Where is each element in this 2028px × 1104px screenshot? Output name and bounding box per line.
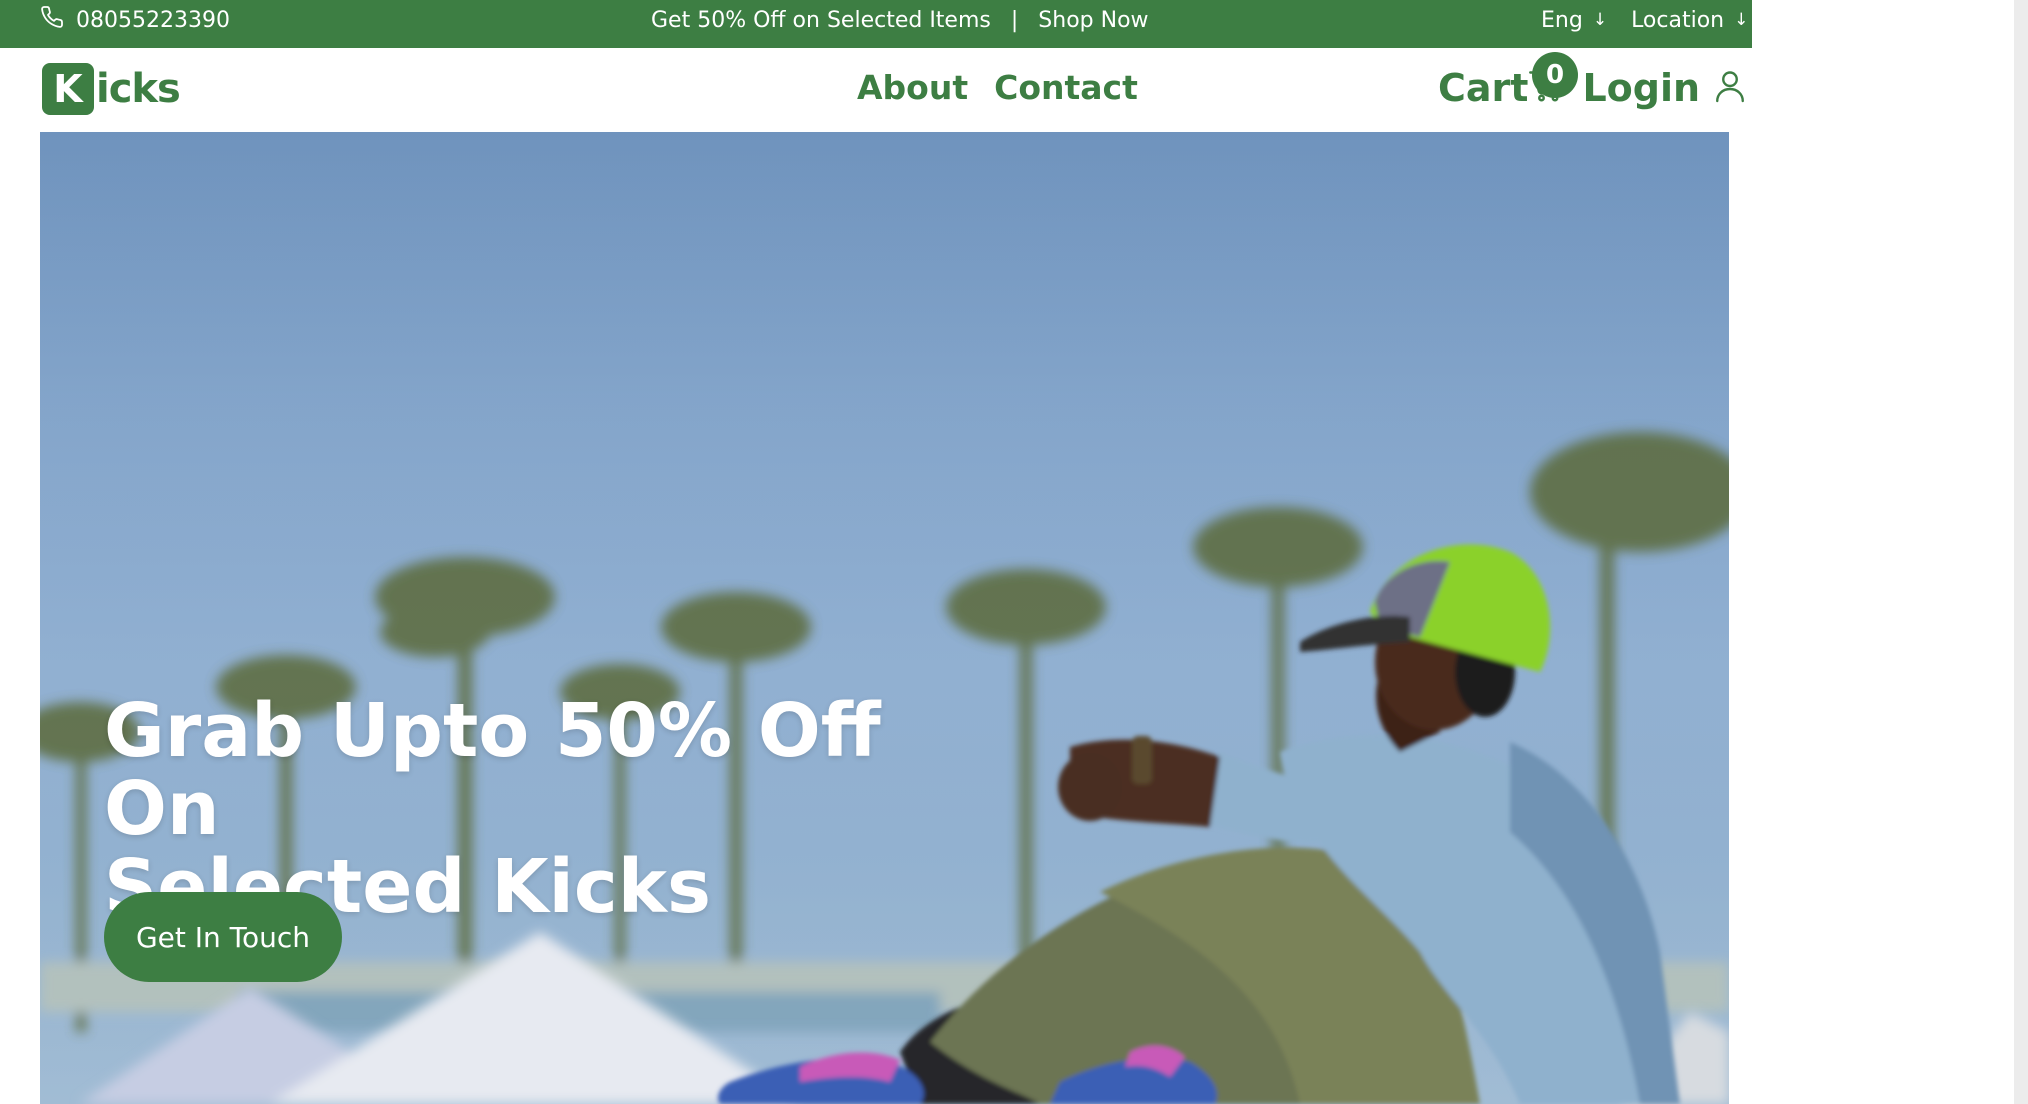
hero-banner: Grab Upto 50% Off On Selected Kicks Get … xyxy=(40,132,1729,1104)
get-in-touch-button[interactable]: Get In Touch xyxy=(104,892,342,982)
hero-title-line-1: Grab Upto 50% Off On xyxy=(104,688,881,852)
window-edge xyxy=(2014,0,2028,1104)
shop-now-link[interactable]: Shop Now xyxy=(1038,8,1148,33)
main-header: K icks About Contact Cart Login 0 xyxy=(0,48,1752,132)
language-selector[interactable]: Eng xyxy=(1541,8,1583,33)
phone-number: 08055223390 xyxy=(76,7,230,33)
phone-icon xyxy=(40,5,64,35)
topbar-selectors: Eng ↓ Location ↓ xyxy=(1541,0,1748,40)
account-area: Cart Login xyxy=(1438,66,1748,110)
hero-title: Grab Upto 50% Off On Selected Kicks xyxy=(104,692,1004,926)
cart-label[interactable]: Cart xyxy=(1438,66,1528,110)
announcement-bar: 08055223390 Get 50% Off on Selected Item… xyxy=(0,0,1752,48)
arrow-down-icon: ↓ xyxy=(1734,10,1749,30)
logo-text: icks xyxy=(96,66,181,112)
main-nav: About Contact xyxy=(857,68,1138,107)
location-selector[interactable]: Location xyxy=(1631,8,1724,33)
arrow-down-icon: ↓ xyxy=(1592,10,1608,30)
promo-text: Get 50% Off on Selected Items xyxy=(651,7,991,33)
promo-separator: | xyxy=(1010,7,1019,33)
cart-count-badge: 0 xyxy=(1532,52,1578,98)
promo-message: Get 50% Off on Selected Items | Shop Now xyxy=(651,0,1149,40)
phone-contact[interactable]: 08055223390 xyxy=(40,0,230,40)
logo[interactable]: K icks xyxy=(42,63,181,115)
nav-about[interactable]: About xyxy=(857,68,968,107)
login-label[interactable]: Login xyxy=(1582,66,1700,110)
logo-badge: K xyxy=(42,63,94,115)
user-icon[interactable] xyxy=(1712,67,1748,109)
nav-contact[interactable]: Contact xyxy=(994,68,1138,107)
